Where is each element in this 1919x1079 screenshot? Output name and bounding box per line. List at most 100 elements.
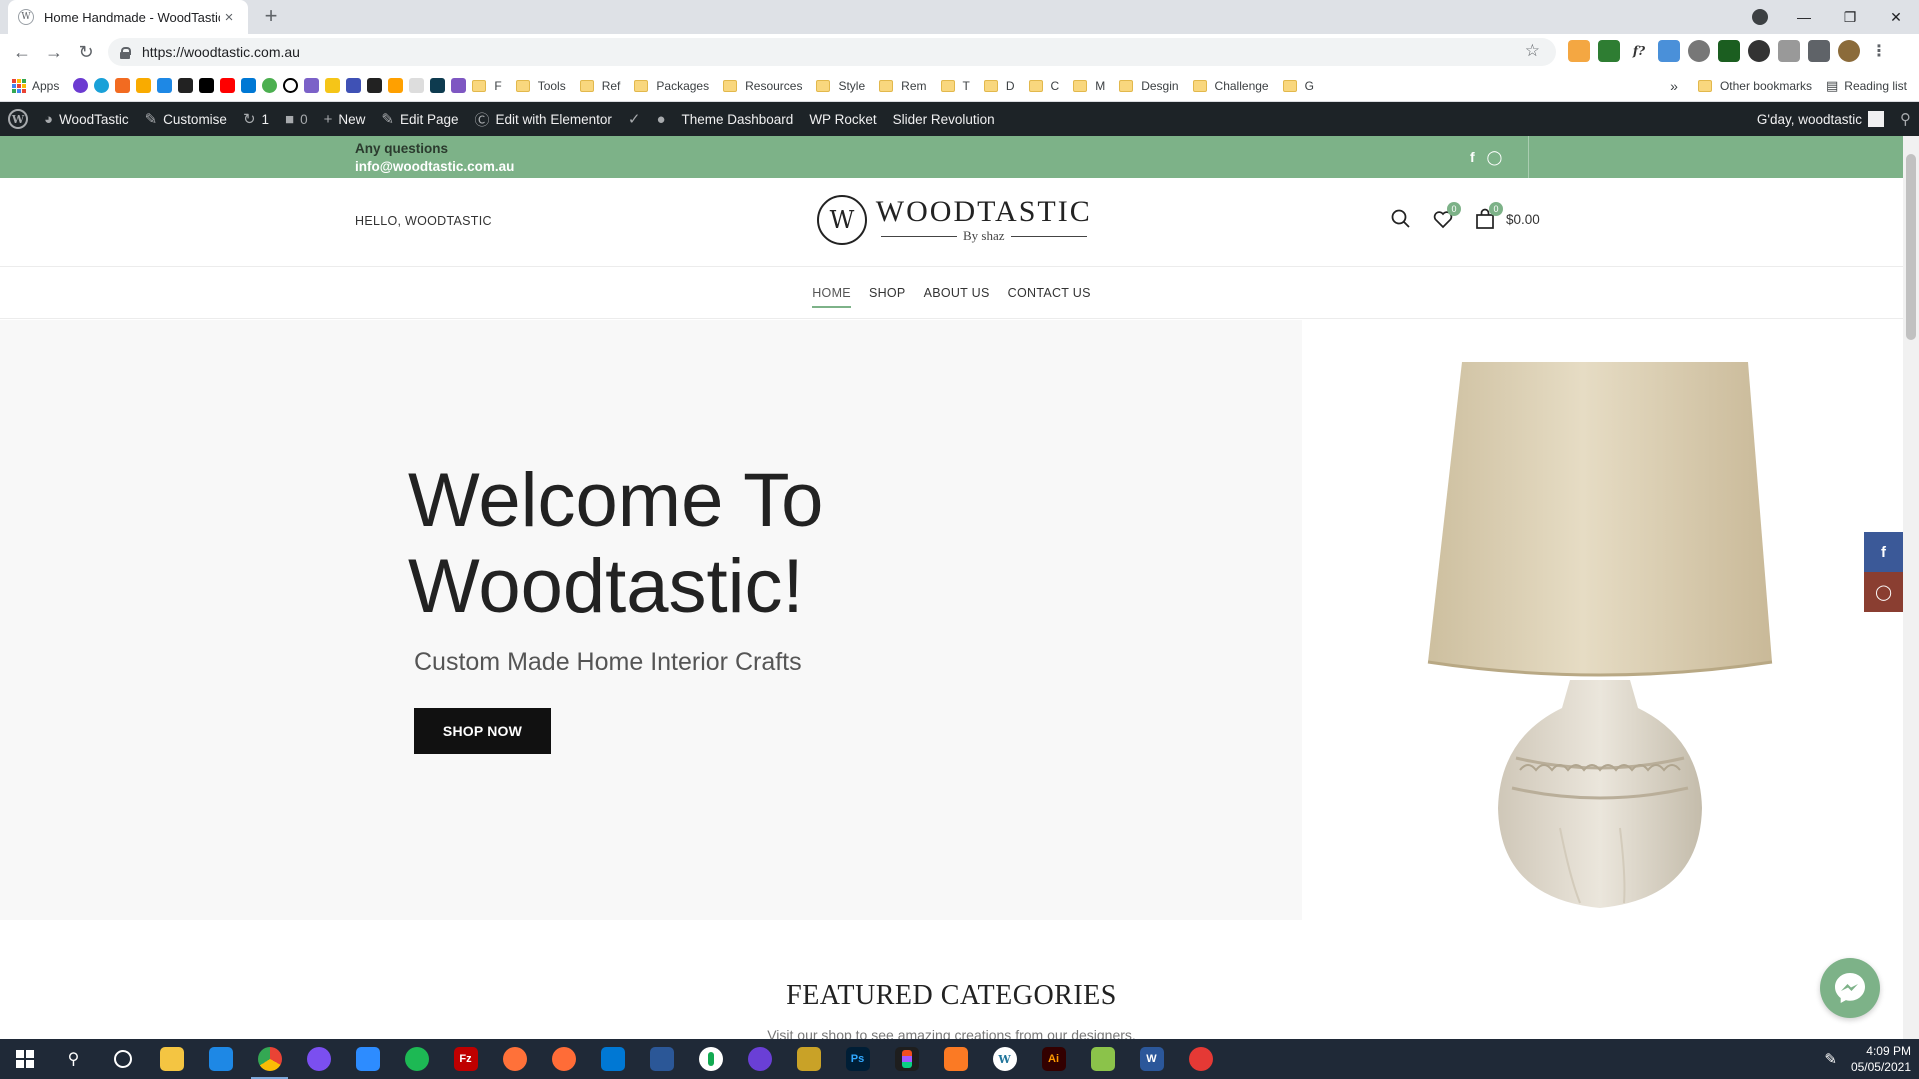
bookmark-folder-packages[interactable]: Packages [634,79,709,93]
bookmark-opera-icon[interactable] [283,78,299,93]
bookmark-folder-c[interactable]: C [1028,79,1059,93]
nav-contact-us[interactable]: CONTACT US [1008,282,1091,304]
back-icon[interactable]: ← [10,40,34,64]
cart-bag-icon[interactable]: 0 [1474,202,1503,230]
illustrator-icon[interactable]: Ai [1029,1039,1078,1079]
bookmark-x-icon[interactable] [178,78,194,93]
other-bookmarks[interactable]: Other bookmarks [1697,79,1812,93]
mongodb-icon[interactable] [686,1039,735,1079]
bookmark-bars-icon[interactable] [157,78,173,93]
bookmark-folder-resources[interactable]: Resources [723,79,802,93]
visual-studio-icon[interactable] [637,1039,686,1079]
bookmark-analytics-icon[interactable] [115,78,131,93]
postman-icon[interactable] [539,1039,588,1079]
wp-slider-revolution[interactable]: Slider Revolution [885,102,1003,136]
wp-search[interactable]: ⚲ [1892,102,1919,136]
bookmark-emoji-icon[interactable] [325,78,341,93]
window-extension-icon[interactable] [1658,40,1680,62]
wp-site-name[interactable]: ◕ WoodTastic [36,102,137,136]
bookmarks-overflow-icon[interactable]: » [1670,78,1678,94]
wordpress-logo-icon[interactable]: W [8,109,28,129]
bookmark-folder-style[interactable]: Style [816,79,865,93]
bookmark-folder-tools[interactable]: Tools [515,79,566,93]
wp-account[interactable]: G'day, woodtastic [1749,102,1892,136]
wishlist-heart-icon[interactable]: 0 [1432,202,1461,230]
search-icon[interactable] [1390,208,1412,230]
bookmark-folder-ref[interactable]: Ref [579,79,620,93]
bookmark-folder-m[interactable]: M [1073,79,1105,93]
reading-list[interactable]: ▤ Reading list [1826,78,1907,94]
cart-total[interactable]: $0.00 [1506,212,1540,227]
bookmark-leaf-icon[interactable] [262,78,278,93]
bookmark-folder-challenge[interactable]: Challenge [1192,79,1269,93]
word-icon[interactable]: W [1127,1039,1176,1079]
wordpress-app-icon[interactable]: W [980,1039,1029,1079]
chrome-menu-icon[interactable]: ⋮ [1868,40,1890,62]
bookmark-edge-icon[interactable] [94,78,110,93]
firefox-icon[interactable] [490,1039,539,1079]
top-email-link[interactable]: info@woodtastic.com.au [355,156,514,178]
bookmark-arrow-icon[interactable] [409,78,425,93]
bookmark-youtube-icon[interactable] [220,78,236,93]
bookmark-folder-d[interactable]: D [983,79,1015,93]
hello-text[interactable]: HELLO, WOODTASTIC [355,214,492,228]
wp-edit-page[interactable]: ✎ Edit Page [373,102,466,136]
eyedropper-extension-icon[interactable] [1778,40,1800,62]
settings-extension-icon[interactable] [1748,40,1770,62]
wp-comments[interactable]: ■ 0 [277,102,316,136]
check-extension-icon[interactable] [1598,40,1620,62]
bookmark-folder-rem[interactable]: Rem [879,79,927,93]
photoshop-icon[interactable]: Ps [833,1039,882,1079]
bookmark-folder-f[interactable]: F [472,79,502,93]
purple-app-icon[interactable] [735,1039,784,1079]
calendar-extension-icon[interactable] [1568,40,1590,62]
bookmark-tiktok-icon[interactable] [199,78,215,93]
cortana-icon[interactable] [98,1039,147,1079]
wp-rocket[interactable]: WP Rocket [801,102,884,136]
bookmark-chart-icon[interactable] [136,78,152,93]
app-pin-icon[interactable] [1176,1039,1225,1079]
side-facebook-icon[interactable]: f [1864,532,1903,572]
taskbar-search-icon[interactable]: ⚲ [49,1039,98,1079]
bookmark-folder-desgin[interactable]: Desgin [1119,79,1179,93]
bookmark-folder-t[interactable]: T [940,79,970,93]
address-bar[interactable]: https://woodtastic.com.au ☆ [108,38,1556,66]
filezilla-icon[interactable]: Fz [441,1039,490,1079]
wp-updates[interactable]: ↻ 1 [235,102,277,136]
wp-edit-elementor[interactable]: Ⓒ Edit with Elementor [467,102,620,136]
mail-icon[interactable] [196,1039,245,1079]
download-extension-icon[interactable] [1718,40,1740,62]
browser-tab-active[interactable]: W Home Handmade - WoodTastic × [8,0,248,34]
bookmark-azure-icon[interactable] [241,78,257,93]
side-instagram-icon[interactable]: ◯ [1864,572,1903,612]
wp-seo-status[interactable]: ● [648,102,673,136]
font-extension-icon[interactable]: f? [1628,40,1650,62]
bookmark-site-icon[interactable] [73,78,89,93]
taskbar-clock[interactable]: 4:09 PM 05/05/2021 [1851,1043,1911,1075]
messenger-taskbar-icon[interactable] [294,1039,343,1079]
spotify-icon[interactable] [392,1039,441,1079]
notepad-icon[interactable] [1078,1039,1127,1079]
bookmark-folder-g[interactable]: G [1282,79,1314,93]
bookmark-n-icon[interactable] [346,78,362,93]
lock-icon[interactable] [120,46,131,59]
chrome-taskbar-icon[interactable] [245,1039,294,1079]
wp-customise[interactable]: ✎ Customise [137,102,235,136]
instagram-icon[interactable]: ◯ [1487,149,1503,166]
minimize-icon[interactable]: — [1781,9,1827,25]
nav-about-us[interactable]: ABOUT US [924,282,990,304]
restore-icon[interactable]: ❐ [1827,9,1873,26]
pen-workspace-icon[interactable]: ✎ [1824,1050,1837,1068]
nav-shop[interactable]: SHOP [869,282,906,304]
zoom-icon[interactable] [343,1039,392,1079]
xampp-icon[interactable] [931,1039,980,1079]
bookmark-yt-icon[interactable] [367,78,383,93]
wp-theme-dashboard[interactable]: Theme Dashboard [674,102,802,136]
shop-now-button[interactable]: SHOP NOW [414,708,551,754]
tab-search-icon[interactable] [1752,9,1768,25]
messenger-chat-button[interactable] [1820,958,1880,1018]
close-tab-icon[interactable]: × [220,9,238,26]
site-logo[interactable]: W WOODTASTIC By shaz [817,195,1093,245]
forward-icon[interactable]: → [42,40,66,64]
bookmark-apps[interactable]: Apps [12,78,59,93]
